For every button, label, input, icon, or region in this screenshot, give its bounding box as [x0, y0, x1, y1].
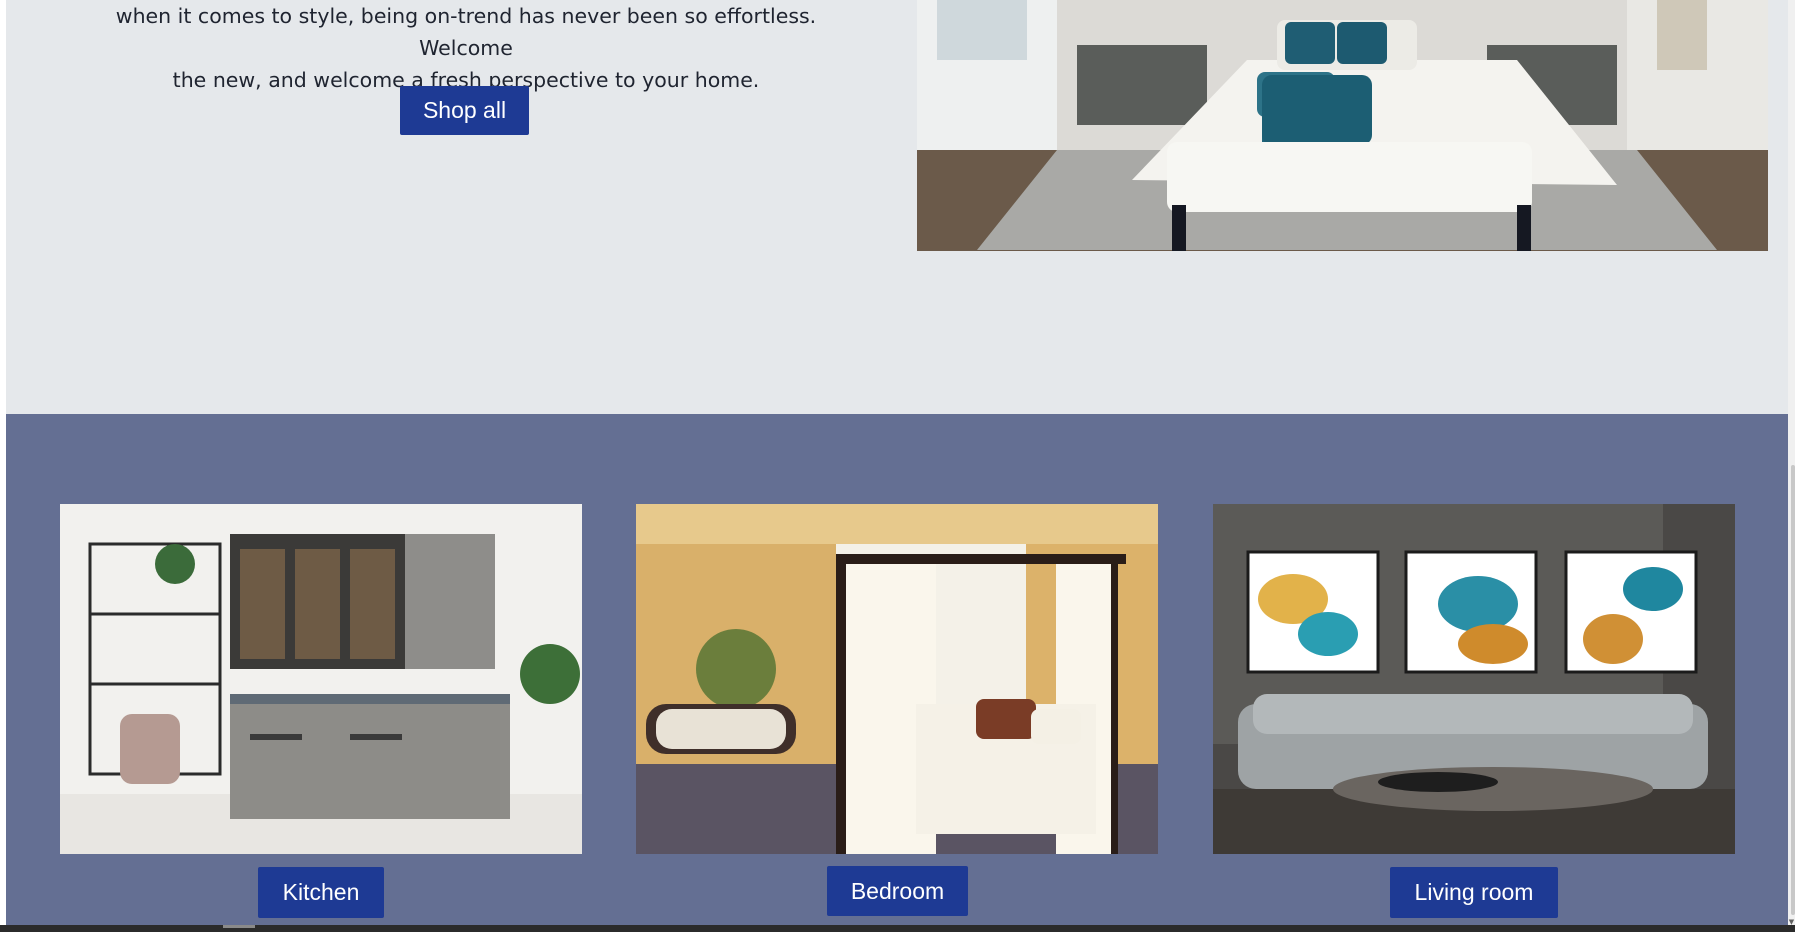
hero-text-line-1: when it comes to style, being on-trend h… — [115, 4, 817, 60]
kitchen-button[interactable]: Kitchen — [258, 867, 384, 918]
kitchen-image[interactable] — [60, 504, 582, 854]
bedroom-button[interactable]: Bedroom — [827, 866, 968, 916]
living-room-button[interactable]: Living room — [1390, 867, 1558, 918]
hero-bedroom-image — [917, 0, 1768, 251]
shop-all-button[interactable]: Shop all — [400, 86, 529, 135]
vertical-scrollbar[interactable]: ▼ — [1788, 0, 1795, 932]
living-room-image[interactable] — [1213, 504, 1735, 854]
hero-description: when it comes to style, being on-trend h… — [66, 0, 866, 96]
bedroom-image[interactable] — [636, 504, 1158, 854]
taskbar-highlight — [223, 925, 255, 928]
categories-section: Kitchen Bedroom Living room — [6, 414, 1788, 925]
scrollbar-thumb[interactable] — [1791, 465, 1795, 915]
window-bottom-edge — [0, 925, 1795, 932]
